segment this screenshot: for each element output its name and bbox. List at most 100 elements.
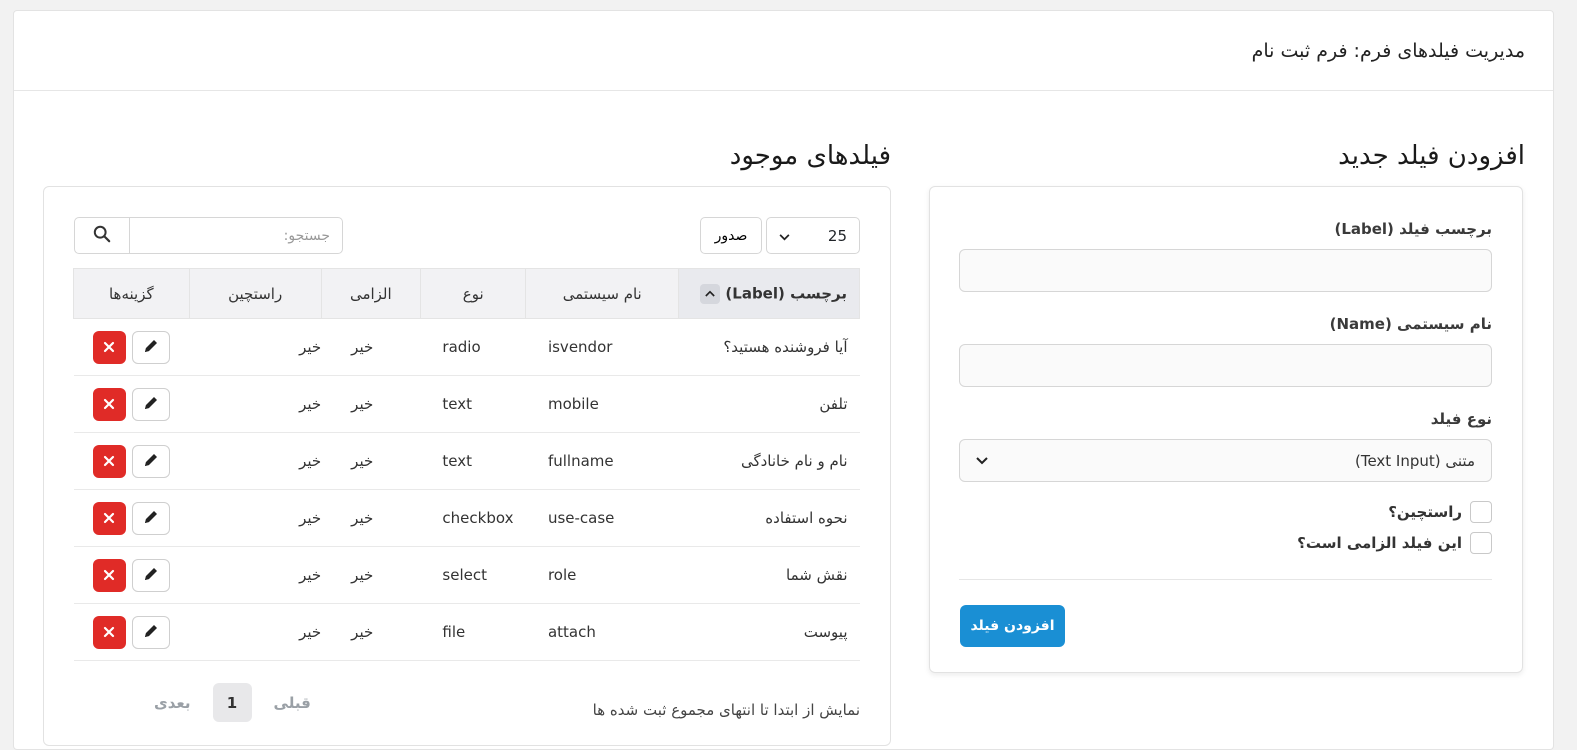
type-field-select[interactable]: متنی (Text Input) <box>959 439 1492 482</box>
cell-type: checkbox <box>420 489 526 547</box>
label-field-input[interactable] <box>959 249 1492 292</box>
export-button[interactable]: صدور <box>700 217 762 254</box>
cell-options <box>73 375 190 433</box>
table-info: نمایش از ابتدا تا انتهای مجموع ثبت شده ه… <box>592 700 860 719</box>
close-icon <box>103 337 115 358</box>
cell-rtl: خیر <box>189 546 322 604</box>
rtl-checkbox[interactable] <box>1470 501 1492 523</box>
label-field-label: برچسب فیلد (Label) <box>1334 220 1492 238</box>
cell-required: خیر <box>321 318 421 376</box>
column-header-label[interactable]: برچسب (Label) <box>678 268 860 319</box>
delete-button[interactable] <box>92 387 126 421</box>
cell-required: خیر <box>321 546 421 604</box>
sort-up-icon <box>700 283 721 304</box>
search-input[interactable] <box>130 217 343 254</box>
table-row: آیا فروشنده هستید؟ isvendor radio خیر خیر <box>73 318 860 376</box>
page-size-value: 25 <box>827 226 847 245</box>
cell-name: attach <box>525 603 679 661</box>
cell-rtl: خیر <box>189 375 322 433</box>
pencil-icon <box>143 338 159 357</box>
cell-required: خیر <box>321 489 421 547</box>
add-field-button[interactable]: افزودن فیلد <box>960 605 1065 647</box>
edit-button[interactable] <box>131 330 170 364</box>
edit-button[interactable] <box>131 501 170 535</box>
delete-button[interactable] <box>92 444 126 478</box>
rtl-checkbox-row: راستچین؟ <box>960 498 1492 526</box>
add-field-card: برچسب فیلد (Label) نام سیستمی (Name) نوع… <box>929 186 1523 673</box>
table-toolbar: 25 صدور <box>74 217 860 254</box>
delete-button[interactable] <box>92 330 126 364</box>
required-checkbox-label: این فیلد الزامی است؟ <box>1297 534 1462 552</box>
cell-rtl: خیر <box>189 489 322 547</box>
column-header-type[interactable]: نوع <box>419 268 527 319</box>
table-row: نقش شما role select خیر خیر <box>73 546 860 604</box>
cell-rtl: خیر <box>189 318 322 376</box>
search-icon <box>93 225 111 246</box>
prev-page-button[interactable]: قبلی <box>262 694 323 712</box>
fields-table: برچسب (Label) نام سیستمی نوع الزامی راست… <box>73 268 860 661</box>
page-title: مدیریت فیلدهای فرم: فرم ثبت نام <box>14 11 1553 91</box>
next-page-button[interactable]: بعدی <box>142 694 203 712</box>
pencil-icon <box>143 566 159 585</box>
delete-button[interactable] <box>92 501 126 535</box>
pencil-icon <box>143 452 159 471</box>
edit-button[interactable] <box>131 444 170 478</box>
delete-button[interactable] <box>92 615 126 649</box>
cell-required: خیر <box>321 432 421 490</box>
pencil-icon <box>143 623 159 642</box>
column-header-name[interactable]: نام سیستمی <box>525 268 680 319</box>
cell-label: آیا فروشنده هستید؟ <box>678 318 860 376</box>
pencil-icon <box>143 395 159 414</box>
search-group <box>74 217 343 254</box>
edit-button[interactable] <box>131 387 170 421</box>
table-row: تلفن mobile text خیر خیر <box>73 375 860 433</box>
chevron-down-icon <box>976 454 988 468</box>
cell-required: خیر <box>321 603 421 661</box>
cell-options <box>73 546 190 604</box>
type-field-label: نوع فیلد <box>1430 410 1492 428</box>
existing-fields-title: فیلدهای موجود <box>729 141 891 171</box>
required-checkbox[interactable] <box>1470 532 1492 554</box>
cell-label: پیوست <box>678 603 860 661</box>
cell-type: text <box>420 375 526 433</box>
cell-type: text <box>420 432 526 490</box>
form-divider <box>959 579 1492 580</box>
close-icon <box>103 394 115 415</box>
cell-name: isvendor <box>525 318 679 376</box>
delete-button[interactable] <box>92 558 126 592</box>
close-icon <box>103 622 115 643</box>
cell-label: تلفن <box>678 375 860 433</box>
close-icon <box>103 508 115 529</box>
cell-label: نحوه استفاده <box>678 489 860 547</box>
cell-options <box>73 432 190 490</box>
fields-table-card: 25 صدور برچسب (Label) <box>43 186 891 746</box>
rtl-checkbox-label: راستچین؟ <box>1388 503 1462 521</box>
table-row: پیوست attach file خیر خیر <box>73 603 860 661</box>
cell-options <box>73 489 190 547</box>
column-header-options: گزینه‌ها <box>73 268 190 319</box>
table-row: نام و نام خانادگی fullname text خیر خیر <box>73 432 860 490</box>
name-field-label: نام سیستمی (Name) <box>1329 315 1492 333</box>
edit-button[interactable] <box>131 558 170 592</box>
table-header-row: برچسب (Label) نام سیستمی نوع الزامی راست… <box>73 268 860 319</box>
edit-button[interactable] <box>131 615 170 649</box>
column-header-required[interactable]: الزامی <box>320 268 421 319</box>
pagination: قبلی 1 بعدی <box>142 683 323 722</box>
current-page[interactable]: 1 <box>212 683 252 722</box>
table-row: نحوه استفاده use-case checkbox خیر خیر <box>73 489 860 547</box>
close-icon <box>103 565 115 586</box>
cell-rtl: خیر <box>189 432 322 490</box>
cell-required: خیر <box>321 375 421 433</box>
cell-options <box>73 318 190 376</box>
cell-name: use-case <box>525 489 679 547</box>
cell-type: radio <box>420 318 526 376</box>
cell-name: mobile <box>525 375 679 433</box>
pencil-icon <box>143 509 159 528</box>
column-header-rtl[interactable]: راستچین <box>188 268 322 319</box>
search-button[interactable] <box>74 217 130 254</box>
cell-options <box>73 603 190 661</box>
cell-name: role <box>525 546 679 604</box>
page-size-select[interactable]: 25 <box>766 217 860 254</box>
name-field-input[interactable] <box>959 344 1492 387</box>
chevron-down-icon <box>779 227 790 245</box>
